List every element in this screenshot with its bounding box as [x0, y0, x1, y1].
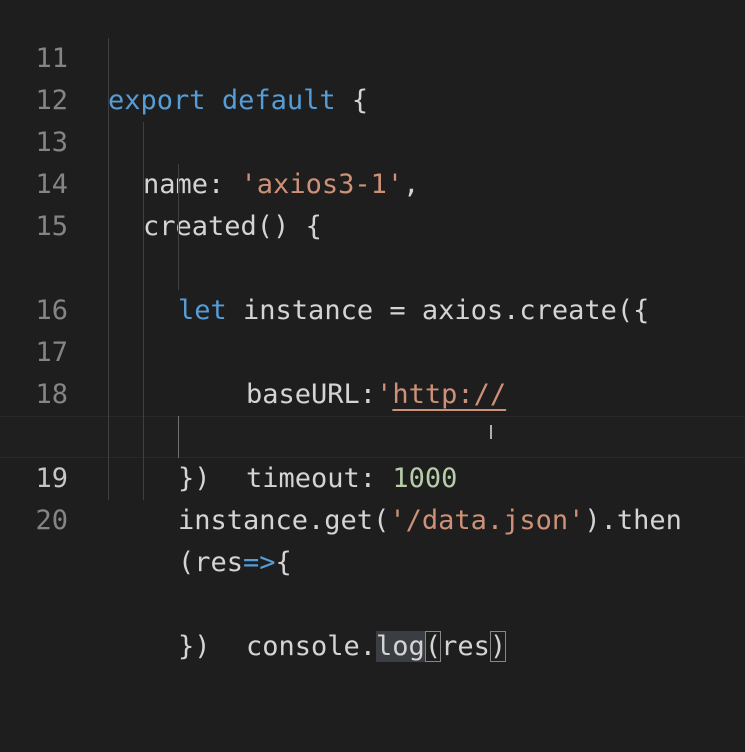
indent-guide [143, 458, 144, 500]
code-line-11[interactable]: 11 export default { [0, 0, 745, 116]
code-content[interactable]: (res=>{ [178, 542, 292, 584]
indent-guide [108, 38, 109, 80]
code-token: (res [178, 547, 244, 578]
indent-guide [108, 164, 109, 206]
code-token: console. [246, 631, 377, 662]
code-token: ) [489, 631, 507, 662]
indent-guide [143, 374, 144, 416]
code-line-16[interactable]: 16 timeout: 1000 [0, 248, 745, 494]
indent-guide [143, 416, 144, 458]
indent-guide [143, 164, 144, 206]
indent-guide [143, 248, 144, 290]
indent-guide [178, 206, 179, 248]
indent-guide [108, 458, 109, 500]
code-token: => [243, 547, 276, 578]
code-line-20[interactable]: 20 }) [0, 458, 745, 662]
line-number: 20 [35, 505, 68, 536]
indent-guide [143, 290, 144, 332]
indent-guide-active [178, 416, 179, 458]
code-token: instance.get( [178, 505, 390, 536]
code-line-17[interactable]: 17 }) [0, 290, 745, 494]
code-content[interactable]: instance.get('/data.json').then [178, 500, 682, 542]
code-token: res [441, 631, 490, 662]
mouse-ibeam-cursor [490, 425, 492, 439]
indent-guide [108, 374, 109, 416]
code-line-18[interactable]: 18 instance.get('/data.json').then [0, 332, 745, 536]
indent-guide [108, 206, 109, 248]
code-token: ( [424, 631, 442, 662]
indent-guide [178, 248, 179, 290]
code-line-12[interactable]: 12 name: 'axios3-1', [0, 38, 745, 200]
code-content[interactable]: }) [178, 626, 211, 668]
code-line-18-wrap[interactable]: (res=>{ [0, 374, 745, 578]
code-line-13[interactable]: 13 created() { [0, 80, 745, 242]
code-line-15-wrap[interactable]: localhost:8080', [0, 206, 745, 452]
code-token: log [376, 631, 425, 662]
indent-guide [108, 122, 109, 164]
indent-guide [108, 80, 109, 122]
indent-guide [108, 290, 109, 332]
indent-guide [143, 332, 144, 374]
indent-guide [178, 164, 179, 206]
code-token: ).then [584, 505, 682, 536]
code-token: '/data.json' [389, 505, 585, 536]
indent-guide [108, 332, 109, 374]
indent-guide [108, 248, 109, 290]
code-line-15[interactable]: 15 baseURL:'http:// [0, 164, 745, 410]
code-content[interactable]: console.log(res) [246, 626, 507, 668]
code-editor[interactable]: 11 export default { 12 name: 'axios3-1',… [0, 0, 745, 662]
code-line-19[interactable]: 19 console.log(res) [0, 416, 745, 662]
code-line-14[interactable]: 14 let instance = axios.create({ [0, 122, 745, 326]
code-token: }) [178, 631, 211, 662]
indent-guide [143, 122, 144, 164]
indent-guide [143, 206, 144, 248]
indent-guide [108, 416, 109, 458]
code-token: { [275, 547, 292, 578]
